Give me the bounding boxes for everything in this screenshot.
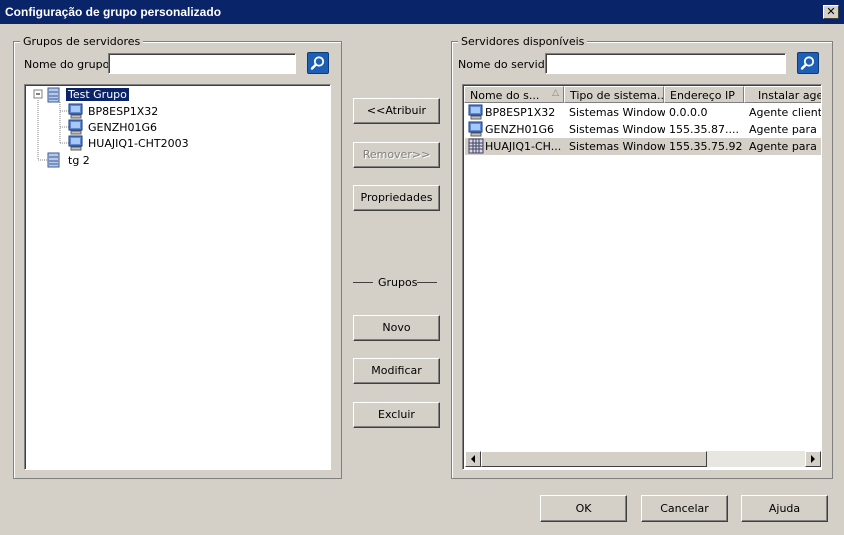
computer-icon: [68, 119, 83, 135]
column-header-agent[interactable]: Instalar agen: [744, 86, 821, 103]
cell-agent: Agente para Mi: [749, 123, 821, 136]
table-row[interactable]: GENZH01G6 Sistemas Windows 155.35.87....…: [465, 121, 821, 138]
new-group-button[interactable]: Novo: [353, 315, 440, 341]
group-name-input[interactable]: [108, 53, 296, 74]
cell-name: BP8ESP1X32: [485, 106, 556, 119]
scroll-left-button[interactable]: [465, 451, 481, 467]
server-group-icon: [47, 152, 60, 168]
properties-button[interactable]: Propriedades: [353, 185, 440, 211]
server-list[interactable]: Nome do s... △ Tipo de sistema... Endere…: [462, 84, 822, 470]
groups-label: Grupos: [378, 276, 418, 289]
scroll-thumb[interactable]: [481, 451, 707, 467]
assign-button[interactable]: <<Atribuir: [353, 98, 440, 124]
tree-item-label: HUAJIQ1-CHT2003: [88, 137, 189, 150]
computer-icon: [468, 104, 483, 120]
sort-ascending-icon: △: [552, 88, 559, 98]
modify-group-button[interactable]: Modificar: [353, 358, 440, 384]
cell-ip: 155.35.87....: [669, 123, 739, 136]
horizontal-scrollbar[interactable]: [465, 451, 821, 467]
arrow-left-icon: [471, 455, 475, 463]
cell-agent: Agente para Mi: [749, 140, 821, 153]
ok-button[interactable]: OK: [540, 495, 627, 522]
server-search-button[interactable]: [797, 52, 819, 74]
cell-ip: 155.35.75.92: [669, 140, 743, 153]
column-header-label: Nome do s...: [470, 89, 540, 102]
server-name-input[interactable]: [545, 53, 786, 74]
group-name-label: Nome do grupo:: [24, 58, 114, 71]
computer-icon: [68, 135, 83, 151]
remove-button[interactable]: Remover>>: [353, 142, 440, 168]
cell-name: HUAJIQ1-CH...: [485, 140, 562, 153]
window-title: Configuração de grupo personalizado: [5, 5, 222, 19]
groups-divider-left: [353, 282, 373, 283]
column-header-label: Endereço IP: [670, 89, 735, 102]
column-header-name[interactable]: Nome do s... △: [464, 86, 564, 103]
column-header-type[interactable]: Tipo de sistema...: [564, 86, 664, 103]
groups-divider-right: [417, 282, 437, 283]
cell-agent: Agente cliente;: [749, 106, 821, 119]
tree-item-label: tg 2: [68, 154, 90, 167]
cell-name: GENZH01G6: [485, 123, 555, 136]
search-icon: [310, 56, 325, 70]
computer-icon: [68, 103, 83, 119]
cell-type: Sistemas Windows: [569, 106, 665, 119]
server-groups-legend: Grupos de servidores: [20, 35, 144, 48]
group-search-button[interactable]: [307, 52, 329, 74]
computer-icon: [468, 121, 483, 137]
help-button[interactable]: Ajuda: [741, 495, 828, 522]
available-servers-legend: Servidores disponíveis: [458, 35, 588, 48]
server-grid-icon: [468, 138, 484, 154]
tree-item-label: BP8ESP1X32: [88, 105, 159, 118]
scroll-right-button[interactable]: [805, 451, 821, 467]
close-button[interactable]: ✕: [823, 5, 839, 19]
delete-group-button[interactable]: Excluir: [353, 402, 440, 428]
column-header-label: Instalar agen: [758, 89, 821, 102]
table-row[interactable]: HUAJIQ1-CH... Sistemas Windows 155.35.75…: [465, 138, 821, 155]
cancel-button[interactable]: Cancelar: [641, 495, 728, 522]
group-tree[interactable]: Test Grupo BP8ESP1X32 GENZH01G6 HUAJIQ1-…: [24, 84, 331, 470]
title-bar: Configuração de grupo personalizado ✕: [0, 0, 844, 24]
cell-type: Sistemas Windows: [569, 140, 665, 153]
column-header-label: Tipo de sistema...: [570, 89, 664, 102]
server-group-icon: [47, 87, 60, 103]
tree-item-label: GENZH01G6: [88, 121, 158, 134]
cell-type: Sistemas Windows: [569, 123, 665, 136]
cell-ip: 0.0.0.0: [669, 106, 708, 119]
table-row[interactable]: BP8ESP1X32 Sistemas Windows 0.0.0.0 Agen…: [465, 104, 821, 121]
tree-item-label: Test Grupo: [66, 88, 129, 101]
search-icon: [800, 56, 815, 70]
arrow-right-icon: [811, 455, 815, 463]
close-icon: ✕: [826, 5, 836, 18]
column-header-ip[interactable]: Endereço IP: [664, 86, 744, 103]
